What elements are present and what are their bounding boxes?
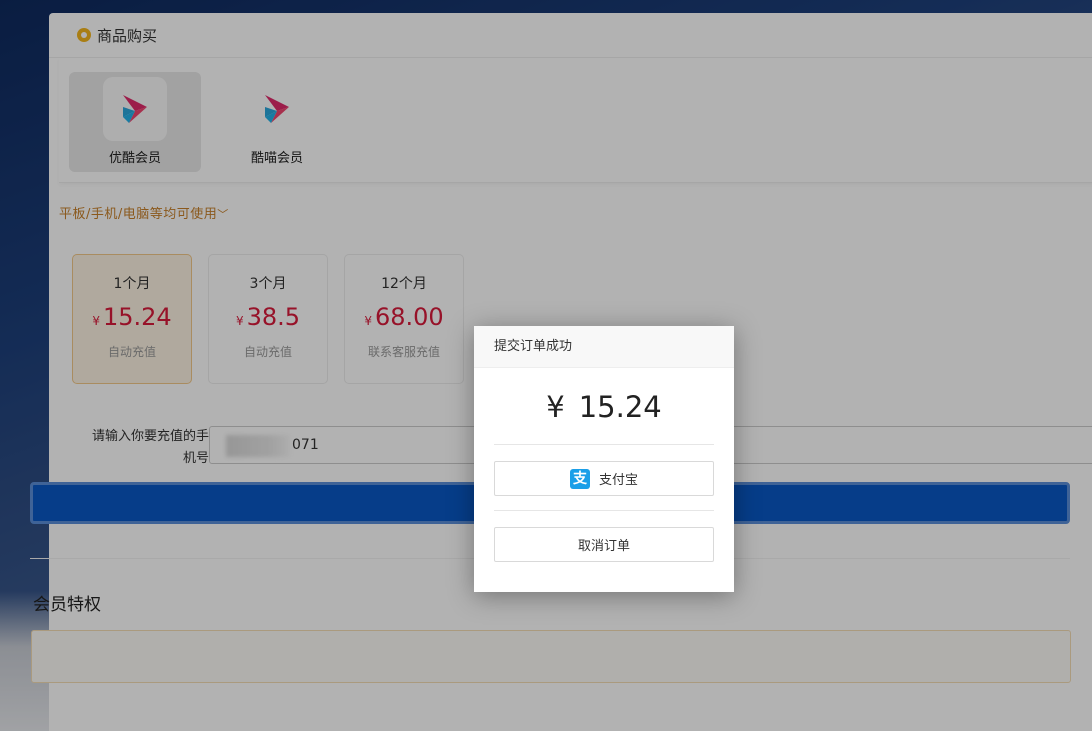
order-success-modal: 提交订单成功 ¥15.24 支 支付宝 取消订单 bbox=[474, 326, 734, 592]
alipay-button[interactable]: 支 支付宝 bbox=[494, 461, 714, 496]
modal-divider bbox=[494, 444, 714, 445]
amount-currency: ¥ bbox=[546, 390, 565, 424]
cancel-label: 取消订单 bbox=[577, 539, 630, 554]
alipay-icon: 支 bbox=[569, 468, 590, 489]
modal-divider bbox=[494, 510, 714, 511]
order-amount: ¥15.24 bbox=[474, 390, 734, 430]
alipay-label: 支付宝 bbox=[598, 473, 638, 488]
amount-value: 15.24 bbox=[578, 390, 662, 424]
cancel-order-button[interactable]: 取消订单 bbox=[494, 527, 714, 562]
modal-title: 提交订单成功 bbox=[474, 326, 734, 368]
